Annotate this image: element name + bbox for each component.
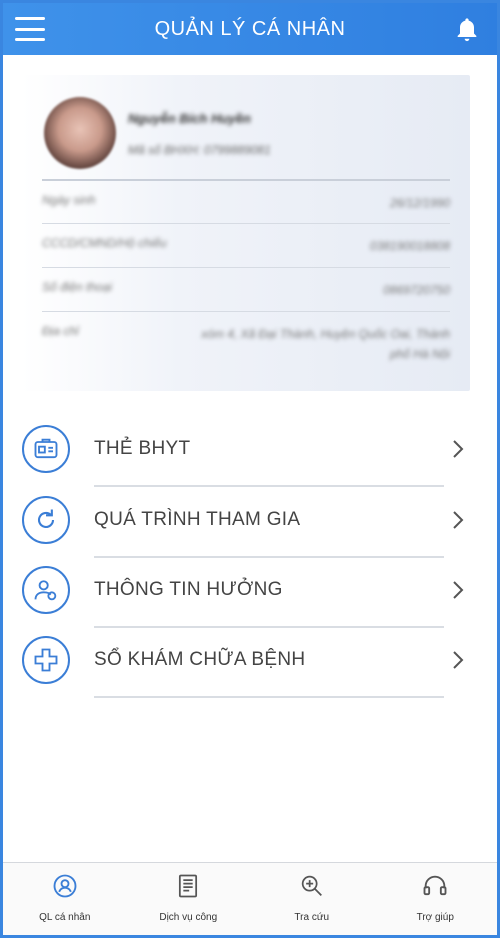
page-title: QUẢN LÝ CÁ NHÂN [154,17,346,40]
menu-item-label: THẺ BHYT [94,438,191,459]
hamburger-menu-icon[interactable] [15,17,45,41]
profile-row-value: 0869720750 [383,283,450,297]
profile-row-dob: Ngày sinh 26/12/1990 [42,179,450,213]
tab-dich-vu-cong[interactable]: Dịch vụ công [127,863,251,935]
medical-cross-icon [22,636,70,684]
profile-row-label: Địa chỉ [42,324,79,338]
menu-item-the-bhyt[interactable]: THẺ BHYT [22,417,470,487]
chevron-right-icon [453,581,464,599]
public-service-icon [179,874,198,898]
menu-divider [94,696,444,698]
chevron-right-icon [453,511,464,529]
bottom-tab-bar: QL cá nhân Dịch vụ công Tra cứu Trợ giúp [3,862,497,935]
profile-row-phone: Số điện thoại 0869720750 [42,267,450,300]
menu-item-qua-trinh-tham-gia[interactable]: QUÁ TRÌNH THAM GIA [22,488,470,558]
profile-row-value: 038190018808 [369,239,450,253]
profile-name: Nguyễn Bích Huyền [128,111,251,126]
menu-item-label: QUÁ TRÌNH THAM GIA [94,509,301,530]
profile-row-id: CCCD/CMND/Hộ chiếu 038190018808 [42,223,450,256]
lookup-search-icon [301,875,322,896]
user-benefit-icon [22,566,70,614]
chevron-right-icon [453,440,464,458]
personal-management-icon [53,874,77,898]
profile-card: Nguyễn Bích Huyền Mã số BHXH: 0799889081… [22,75,470,391]
avatar [44,97,116,169]
profile-row-label: Ngày sinh [42,193,96,207]
headset-help-icon [423,875,447,896]
profile-subline: Mã số BHXH: 0799889081 [128,143,271,157]
profile-row-value: xóm 4, Xã Đại Thành, Huyện Quốc Oai, Thà… [201,327,450,361]
tab-label: Trợ giúp [416,912,454,923]
tab-ql-ca-nhan[interactable]: QL cá nhân [3,863,127,935]
profile-row-label: Số điện thoại [42,280,113,294]
tab-label: Tra cứu [294,912,330,923]
profile-row-address: Địa chỉ xóm 4, Xã Đại Thành, Huyện Quốc … [42,311,450,364]
menu-item-so-kham-chua-benh[interactable]: SỔ KHÁM CHỮA BỆNH [22,628,470,698]
insurance-card-icon [22,425,70,473]
refresh-history-icon [22,496,70,544]
tab-label: Dịch vụ công [159,912,218,923]
tab-tro-giup[interactable]: Trợ giúp [374,863,498,935]
bell-icon[interactable] [453,16,481,44]
menu-divider [94,485,444,487]
chevron-right-icon [453,651,464,669]
app-header: QUẢN LÝ CÁ NHÂN [3,3,497,55]
menu-item-thong-tin-huong[interactable]: THÔNG TIN HƯỞNG [22,558,470,628]
profile-row-label: CCCD/CMND/Hộ chiếu [42,236,167,250]
tab-tra-cuu[interactable]: Tra cứu [250,863,374,935]
profile-row-value: 26/12/1990 [389,196,450,210]
menu-item-label: SỔ KHÁM CHỮA BỆNH [94,649,306,670]
menu-item-label: THÔNG TIN HƯỞNG [94,579,283,600]
tab-label: QL cá nhân [39,912,91,923]
